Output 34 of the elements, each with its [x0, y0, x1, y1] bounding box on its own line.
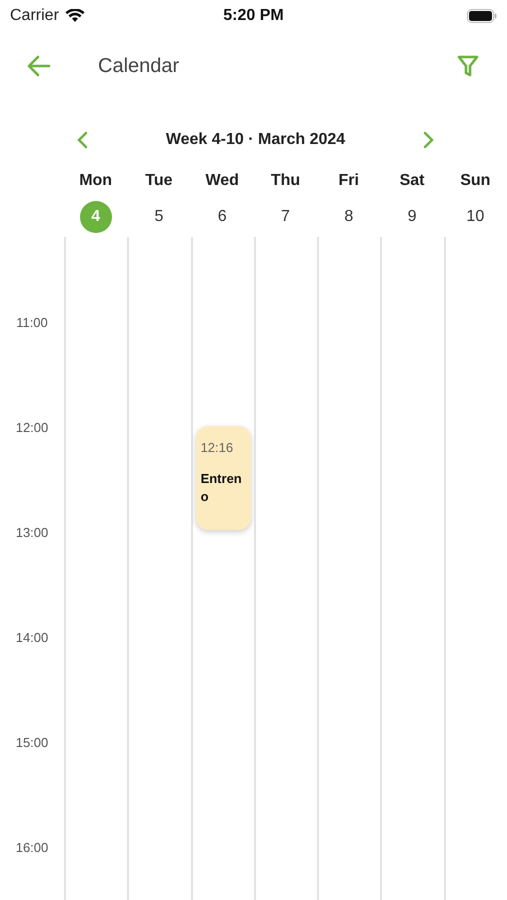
weekday-label: Tue — [145, 171, 173, 191]
weekday-label: Sun — [460, 171, 490, 191]
date-button[interactable]: 9 — [396, 201, 428, 233]
weekday-label: Mon — [79, 171, 112, 191]
hour-label: 14:00 — [16, 631, 48, 645]
hour-label: 12:00 — [16, 421, 48, 435]
date-button[interactable]: 5 — [142, 201, 175, 233]
carrier-label: Carrier — [10, 6, 59, 26]
hour-label: 13:00 — [16, 526, 48, 540]
event-title: Entreno — [200, 470, 243, 506]
chevron-right-icon — [423, 131, 435, 149]
event-card[interactable]: 12:16 Entreno — [196, 426, 251, 530]
filter-icon — [457, 55, 479, 77]
back-arrow-icon — [27, 55, 51, 77]
battery-icon — [467, 9, 497, 23]
weekday-label: Sat — [400, 171, 424, 191]
filter-button[interactable] — [455, 53, 481, 79]
event-time: 12:16 — [200, 439, 234, 457]
weekday-label: Thu — [270, 171, 300, 191]
hour-label: 15:00 — [16, 736, 48, 750]
date-button[interactable]: 7 — [269, 201, 302, 233]
back-button[interactable] — [26, 53, 52, 79]
week-range-label: Week 4-10 · March 2024 — [164, 130, 346, 150]
date-button[interactable]: 6 — [206, 201, 238, 233]
hour-label: 11:00 — [16, 316, 48, 330]
wifi-icon — [64, 9, 85, 23]
chevron-left-icon — [76, 131, 88, 149]
clock-time: 5:20 PM — [223, 6, 284, 26]
page-title: Calendar — [98, 54, 180, 79]
date-button[interactable]: 8 — [332, 201, 365, 233]
hour-label: 16:00 — [16, 841, 48, 855]
weekday-label: Fri — [338, 171, 359, 191]
weekday-label: Wed — [205, 171, 239, 191]
date-button[interactable]: 10 — [459, 201, 492, 233]
